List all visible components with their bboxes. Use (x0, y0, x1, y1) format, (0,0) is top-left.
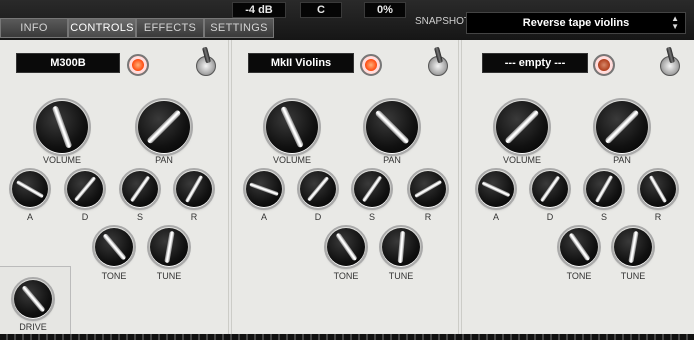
tone-knob[interactable] (557, 225, 601, 269)
sustain-label: S (600, 212, 607, 222)
power-led[interactable] (593, 54, 615, 76)
volume-label: VOLUME (42, 155, 81, 165)
sustain-label: S (136, 212, 143, 222)
volume-label: VOLUME (272, 155, 311, 165)
release-label: R (654, 212, 662, 222)
release-knob[interactable] (637, 168, 679, 210)
decay-label: D (314, 212, 322, 222)
volume-knob[interactable] (263, 98, 321, 156)
drive-knob[interactable] (11, 277, 55, 321)
sustain-knob[interactable] (583, 168, 625, 210)
toggle-switch[interactable] (428, 56, 448, 76)
tune-knob[interactable] (379, 225, 423, 269)
toggle-switch[interactable] (660, 56, 680, 76)
toggle-switch[interactable] (196, 56, 216, 76)
tune-knob[interactable] (147, 225, 191, 269)
decay-label: D (81, 212, 89, 222)
decay-knob[interactable] (297, 168, 339, 210)
key-readout: C (300, 2, 342, 18)
top-bar: -4 dB C 0% INFO CONTROLS EFFECTS SETTING… (0, 0, 694, 40)
release-knob[interactable] (173, 168, 215, 210)
snapshot-value: Reverse tape violins (522, 17, 630, 29)
attack-knob[interactable] (475, 168, 517, 210)
release-label: R (424, 212, 432, 222)
bottom-strip (0, 334, 694, 340)
snapshot-label: SNAPSHOT (415, 16, 471, 27)
attack-label: A (260, 212, 267, 222)
volume-label: VOLUME (502, 155, 541, 165)
attack-label: A (492, 212, 499, 222)
pan-label: PAN (613, 155, 631, 165)
level-readout: -4 dB (232, 2, 286, 18)
tab-controls[interactable]: CONTROLS (68, 18, 136, 38)
sustain-knob[interactable] (351, 168, 393, 210)
snapshot-dropdown[interactable]: Reverse tape violins ▲ ▼ (466, 12, 686, 34)
tone-knob[interactable] (92, 225, 136, 269)
attack-knob[interactable] (243, 168, 285, 210)
power-led[interactable] (360, 54, 382, 76)
decay-knob[interactable] (64, 168, 106, 210)
pan-knob[interactable] (135, 98, 193, 156)
tune-label: TUNE (156, 271, 182, 281)
sample-name-display[interactable]: M300B (16, 53, 120, 73)
pan-label: PAN (155, 155, 173, 165)
tune-label: TUNE (388, 271, 414, 281)
volume-knob[interactable] (493, 98, 551, 156)
sample-name-display[interactable]: --- empty --- (482, 53, 588, 73)
drive-label: DRIVE (19, 322, 47, 332)
sustain-knob[interactable] (119, 168, 161, 210)
release-label: R (190, 212, 198, 222)
power-led[interactable] (127, 54, 149, 76)
decay-label: D (546, 212, 554, 222)
tab-settings[interactable]: SETTINGS (204, 18, 274, 38)
tune-label: TUNE (620, 271, 646, 281)
tone-label: TONE (101, 271, 127, 281)
attack-label: A (26, 212, 33, 222)
tune-knob[interactable] (611, 225, 655, 269)
decay-knob[interactable] (529, 168, 571, 210)
pan-knob[interactable] (593, 98, 651, 156)
sample-name-display[interactable]: MkII Violins (248, 53, 354, 73)
up-down-arrows-icon: ▲ ▼ (671, 14, 679, 31)
tab-info[interactable]: INFO (0, 18, 68, 38)
tone-knob[interactable] (324, 225, 368, 269)
tone-label: TONE (566, 271, 592, 281)
tone-label: TONE (333, 271, 359, 281)
volume-knob[interactable] (33, 98, 91, 156)
percent-readout: 0% (364, 2, 406, 18)
pan-label: PAN (383, 155, 401, 165)
attack-knob[interactable] (9, 168, 51, 210)
release-knob[interactable] (407, 168, 449, 210)
tab-effects[interactable]: EFFECTS (136, 18, 204, 38)
sustain-label: S (368, 212, 375, 222)
pan-knob[interactable] (363, 98, 421, 156)
